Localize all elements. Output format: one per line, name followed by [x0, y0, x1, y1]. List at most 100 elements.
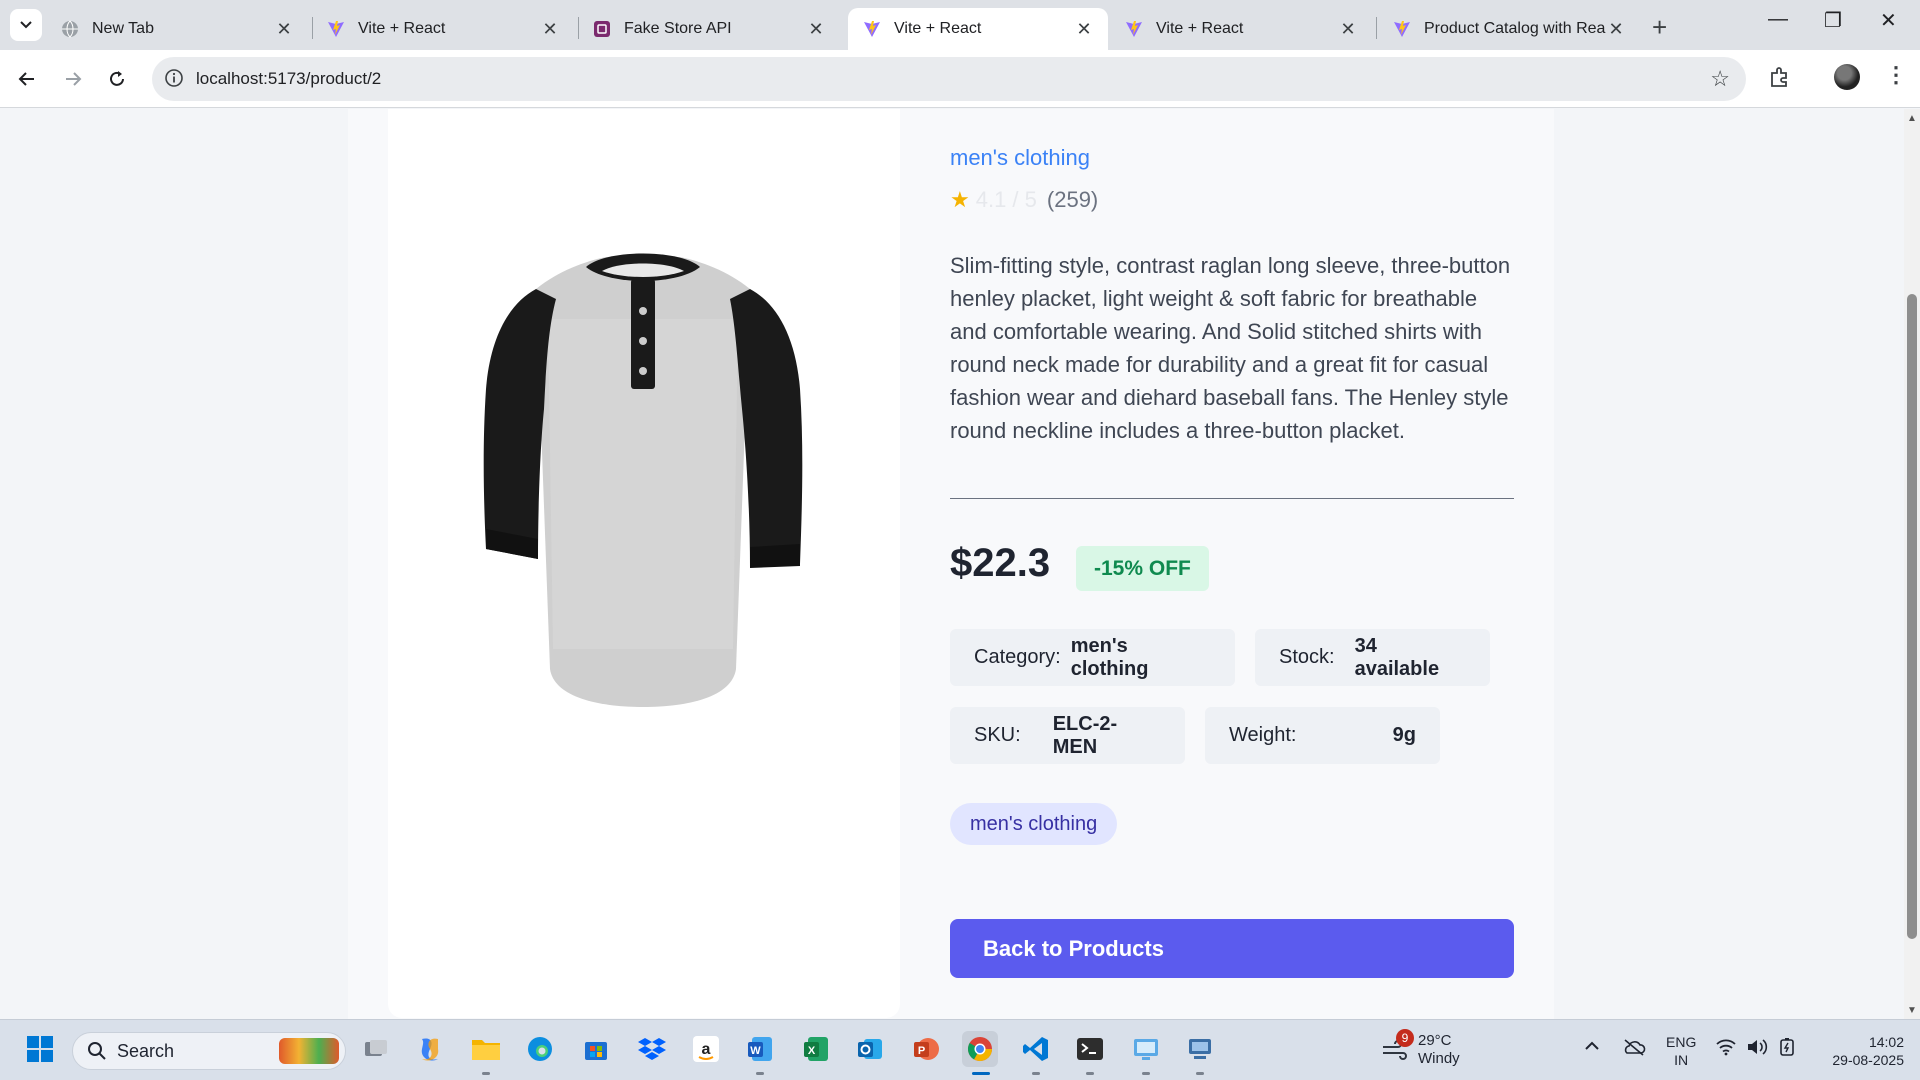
- spec-label: Category:: [974, 646, 1061, 668]
- spec-value: men's clothing: [1070, 634, 1149, 680]
- onedrive-offline-icon[interactable]: [1622, 1038, 1646, 1061]
- close-icon[interactable]: ✕: [1338, 19, 1358, 40]
- tab-vite-react-3[interactable]: Vite + React ✕: [1110, 8, 1372, 50]
- reload-icon[interactable]: [102, 64, 132, 94]
- battery-icon[interactable]: [1776, 1038, 1798, 1061]
- chrome-icon[interactable]: [962, 1031, 998, 1067]
- tab-title: Vite + React: [894, 20, 982, 37]
- svg-text:W: W: [750, 1045, 761, 1057]
- spec-label: Weight:: [1229, 724, 1297, 746]
- dropbox-icon[interactable]: [634, 1031, 670, 1067]
- running-indicator: [1196, 1072, 1204, 1075]
- extensions-icon[interactable]: [1768, 65, 1792, 94]
- tab-title: Product Catalog with React: [1424, 20, 1606, 37]
- close-window-icon[interactable]: ✕: [1880, 8, 1897, 33]
- edge-icon[interactable]: [522, 1031, 558, 1067]
- scroll-up-icon[interactable]: ▲: [1907, 113, 1917, 124]
- spec-label: SKU:: [974, 724, 1021, 746]
- vite-icon: [1124, 19, 1144, 39]
- powerpoint-icon[interactable]: P: [908, 1031, 944, 1067]
- word-icon[interactable]: W: [742, 1031, 778, 1067]
- spec-weight: Weight: 9g: [1205, 707, 1440, 764]
- browser-tab-strip: New Tab ✕ Vite + React ✕ Fake Store API …: [0, 0, 1920, 50]
- tab-vite-react-1[interactable]: Vite + React ✕: [312, 8, 574, 50]
- weather-badge: 9: [1396, 1029, 1414, 1047]
- outlook-icon[interactable]: [852, 1031, 888, 1067]
- close-icon[interactable]: ✕: [540, 19, 560, 40]
- category-tag[interactable]: men's clothing: [950, 803, 1118, 845]
- svg-text:a: a: [702, 1041, 711, 1058]
- weather-widget[interactable]: 29°C Windy: [1380, 1032, 1460, 1068]
- new-tab-button[interactable]: +: [1652, 12, 1667, 43]
- search-highlight-icon: [279, 1038, 339, 1064]
- amazon-icon[interactable]: a: [688, 1031, 724, 1067]
- taskbar-search[interactable]: Search: [72, 1032, 346, 1070]
- spec-category: Category: men's clothing: [950, 629, 1235, 686]
- remote-desktop-icon[interactable]: [1128, 1031, 1164, 1067]
- close-icon[interactable]: ✕: [1606, 19, 1626, 40]
- tab-new-tab[interactable]: New Tab ✕: [46, 8, 308, 50]
- close-icon[interactable]: ✕: [1074, 19, 1094, 40]
- tab-title: Vite + React: [1156, 20, 1244, 37]
- product-description: Slim-fitting style, contrast raglan long…: [950, 253, 1511, 443]
- rating-count: (259): [1046, 187, 1099, 212]
- back-icon[interactable]: [12, 64, 42, 94]
- file-explorer-icon[interactable]: [468, 1031, 504, 1067]
- profile-avatar[interactable]: [1834, 64, 1860, 90]
- spec-label: Stock:: [1279, 646, 1335, 668]
- clock[interactable]: 14:02 29-08-2025: [1818, 1033, 1904, 1069]
- language-indicator[interactable]: ENG IN: [1666, 1033, 1696, 1069]
- vite-icon: [326, 19, 346, 39]
- volume-icon[interactable]: [1746, 1038, 1768, 1061]
- product-price: $22.3: [950, 541, 1051, 585]
- address-bar[interactable]: localhost:5173/product/2 ☆: [152, 57, 1746, 101]
- wifi-icon[interactable]: [1716, 1038, 1736, 1061]
- svg-text:P: P: [918, 1045, 925, 1057]
- task-view-icon[interactable]: [358, 1031, 394, 1067]
- copilot-icon[interactable]: [412, 1031, 448, 1067]
- running-indicator: [1032, 1072, 1040, 1075]
- tab-title: Vite + React: [358, 20, 446, 37]
- chevron-up-icon[interactable]: [1584, 1038, 1600, 1059]
- fakestore-icon: [592, 19, 612, 39]
- terminal-icon[interactable]: [1072, 1031, 1108, 1067]
- tab-vite-react-active[interactable]: Vite + React ✕: [848, 8, 1108, 50]
- vscode-icon[interactable]: [1018, 1031, 1054, 1067]
- tab-title: New Tab: [92, 20, 154, 37]
- search-icon: [88, 1042, 106, 1060]
- tab-search-button[interactable]: [10, 9, 42, 41]
- scrollbar-thumb[interactable]: [1907, 294, 1917, 939]
- network-app-icon[interactable]: [1182, 1031, 1218, 1067]
- weather-desc: Windy: [1418, 1050, 1460, 1067]
- lang-line2: IN: [1674, 1052, 1689, 1068]
- forward-icon[interactable]: [58, 64, 88, 94]
- close-icon[interactable]: ✕: [274, 19, 294, 40]
- restore-icon[interactable]: ❐: [1824, 8, 1842, 33]
- windows-start-icon[interactable]: [22, 1031, 58, 1067]
- excel-icon[interactable]: X: [798, 1031, 834, 1067]
- search-label: Search: [117, 1040, 175, 1061]
- tab-product-catalog[interactable]: Product Catalog with React ✕: [1378, 8, 1640, 50]
- microsoft-store-icon[interactable]: [578, 1031, 614, 1067]
- category-link[interactable]: men's clothing: [950, 145, 1090, 171]
- lang-line1: ENG: [1666, 1034, 1697, 1050]
- browser-toolbar: localhost:5173/product/2 ☆ ⋮: [0, 50, 1920, 108]
- back-to-products-button[interactable]: Back to Products: [950, 919, 1514, 978]
- scroll-down-icon[interactable]: ▼: [1907, 1005, 1917, 1016]
- close-icon[interactable]: ✕: [806, 19, 826, 40]
- tab-fake-store-api[interactable]: Fake Store API ✕: [578, 8, 840, 50]
- discount-badge: -15% OFF: [1076, 546, 1209, 591]
- site-info-icon[interactable]: [164, 68, 184, 93]
- weather-temp: 29°C: [1418, 1032, 1452, 1049]
- minimize-icon[interactable]: —: [1768, 8, 1788, 31]
- active-indicator: [972, 1072, 990, 1075]
- browser-menu-icon[interactable]: ⋮: [1885, 62, 1907, 88]
- bookmark-star-icon[interactable]: ☆: [1710, 66, 1730, 92]
- product-detail-card: men's clothing ★ 4.1 / 5 (259) Slim-fitt…: [348, 109, 1554, 1019]
- vite-icon: [1392, 19, 1412, 39]
- page-scrollbar[interactable]: ▲ ▼: [1904, 109, 1920, 1019]
- product-image-panel: [388, 109, 900, 1018]
- spec-sku: SKU: ELC-2-MEN: [950, 707, 1185, 764]
- spec-stock: Stock: 34 available: [1255, 629, 1490, 686]
- tab-separator: [1376, 17, 1377, 39]
